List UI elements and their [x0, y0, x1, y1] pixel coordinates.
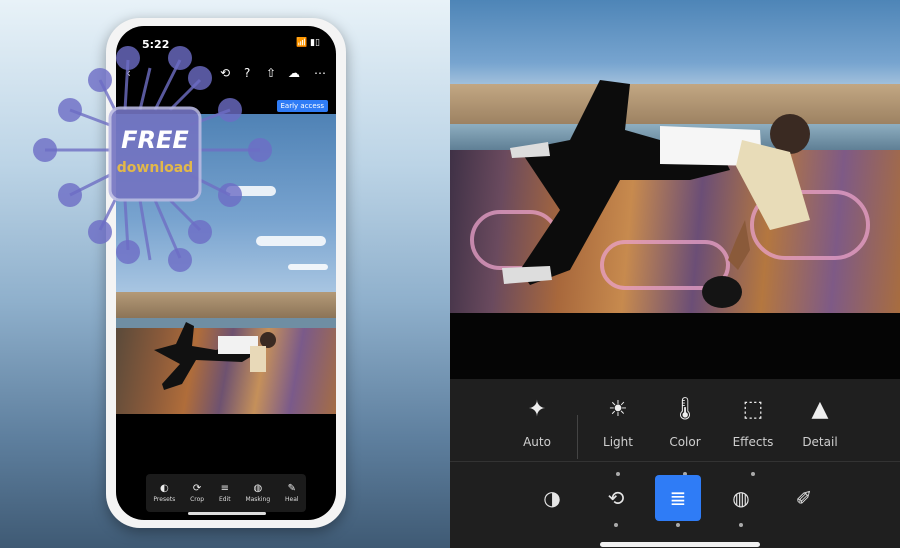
masking-icon: ◍: [732, 486, 750, 510]
tool-label: Detail: [802, 435, 838, 449]
tool-label: Effects: [732, 435, 774, 449]
right-panel: ✦ Auto ☀ Light 🌡 Color ⬚ Effects ▲ Detai…: [450, 0, 900, 548]
toolbar-label: Heal: [285, 496, 299, 503]
toolbar-label: Edit: [218, 496, 231, 503]
effects-icon: ⬚: [742, 397, 764, 422]
tool-detail[interactable]: ▲ Detail: [785, 395, 855, 449]
detail-icon: ▲: [811, 397, 829, 422]
photo-canvas: [450, 0, 900, 313]
watermark-line2: download: [117, 160, 193, 176]
light-icon: ☀: [608, 397, 628, 422]
more-icon[interactable]: ⋯: [314, 66, 326, 80]
color-icon: 🌡: [671, 397, 699, 422]
home-indicator: [188, 512, 266, 515]
cloud-shape: [288, 264, 328, 270]
divider: [577, 415, 578, 459]
toolbar-item-crop[interactable]: ⟳ Crop: [190, 483, 204, 503]
toolbar-item-heal[interactable]: ✎ Heal: [285, 483, 299, 503]
tool-light[interactable]: ☀ Light: [583, 395, 653, 449]
mode-tabs-row: ◑ ⟲ ≣ ◍ ✐: [450, 475, 900, 527]
tool-label: Light: [603, 435, 633, 449]
toolbar-label: Masking: [245, 496, 271, 503]
presets-tab[interactable]: ◑: [529, 475, 575, 521]
cloud-icon[interactable]: ☁: [288, 66, 300, 80]
masking-tab[interactable]: ◍: [718, 475, 764, 521]
divider: [450, 461, 900, 462]
tool-label: Color: [669, 435, 701, 449]
person-figure: [502, 80, 810, 308]
free-download-watermark: FREE download: [33, 46, 272, 272]
heal-icon: ✎: [287, 483, 296, 494]
edit-icon: ≡: [220, 483, 229, 494]
toolbar-label: Presets: [153, 496, 176, 503]
heal-icon: ✐: [795, 486, 813, 510]
toolbar-item-edit[interactable]: ≡ Edit: [219, 483, 231, 503]
edit-icon: ≣: [669, 486, 687, 510]
indicator-dot: [676, 523, 680, 527]
edit-panel: ✦ Auto ☀ Light 🌡 Color ⬚ Effects ▲ Detai…: [450, 379, 900, 548]
crop-tab[interactable]: ⟲: [593, 475, 639, 521]
masking-icon: ◍: [253, 483, 263, 494]
bottom-toolbar: ◐ Presets ⟳ Crop ≡ Edit ◍ Masking ✎ Heal: [146, 474, 306, 512]
toolbar-label: Crop: [190, 496, 205, 503]
tool-label: Auto: [523, 435, 551, 449]
status-icons: 📶 ▮▯: [296, 38, 320, 48]
presets-icon: ◑: [543, 486, 561, 510]
watermark-line1: FREE: [121, 126, 189, 154]
indicator-dot: [739, 523, 743, 527]
indicator-dot: [614, 523, 618, 527]
crop-icon: ⟲: [607, 486, 625, 510]
auto-icon: ✦: [527, 397, 547, 422]
early-access-badge[interactable]: Early access: [276, 100, 328, 112]
toolbar-item-presets[interactable]: ◐ Presets: [153, 483, 175, 503]
heal-tab[interactable]: ✐: [781, 475, 827, 521]
presets-icon: ◐: [159, 483, 169, 494]
crop-icon: ⟳: [192, 483, 202, 494]
tool-color[interactable]: 🌡 Color: [650, 395, 720, 449]
edit-tools-row: ✦ Auto ☀ Light 🌡 Color ⬚ Effects ▲ Detai…: [450, 395, 900, 476]
toolbar-item-masking[interactable]: ◍ Masking: [245, 483, 270, 503]
tool-effects[interactable]: ⬚ Effects: [718, 395, 788, 449]
home-indicator: [600, 542, 760, 547]
person-figure: [154, 322, 276, 390]
tool-auto[interactable]: ✦ Auto: [502, 395, 572, 449]
edit-tab[interactable]: ≣: [655, 475, 701, 521]
canvas-bottom: [450, 313, 900, 379]
left-panel: 5:22 📶 ▮▯ ‹ ⟲ ? ⇧ ☁ ⋯ Early access ◐ Pre…: [0, 0, 450, 548]
